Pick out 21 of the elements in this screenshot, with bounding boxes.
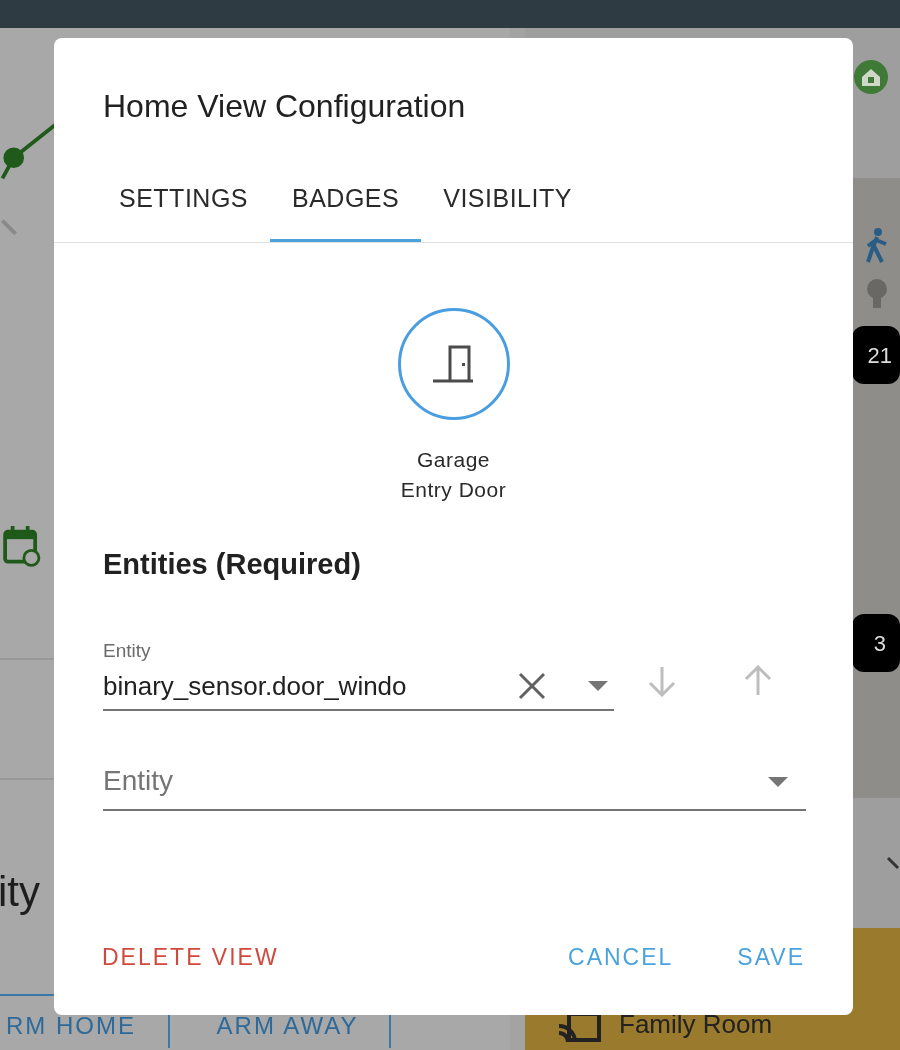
dialog-title: Home View Configuration xyxy=(103,87,466,126)
dropdown-caret-icon[interactable] xyxy=(768,776,788,787)
dialog-button[interactable]: CANCEL xyxy=(550,935,692,979)
entity-field[interactable]: Entity binary_sensor.door_windo xyxy=(103,638,614,711)
floorplan-badge: 21 xyxy=(852,326,900,384)
media-player-name: Family Room xyxy=(619,1008,773,1041)
delete-button[interactable]: DELETE VIEW xyxy=(84,935,297,979)
dropdown-caret-icon[interactable] xyxy=(588,680,608,691)
tab[interactable]: VISIBILITY xyxy=(421,178,594,242)
dialog-button[interactable]: SAVE xyxy=(719,935,823,979)
floorplan-badge: 3 xyxy=(852,614,900,672)
door-icon xyxy=(432,345,475,383)
walking-person-icon xyxy=(866,228,888,264)
tab[interactable]: SETTINGS xyxy=(97,178,270,242)
cast-icon xyxy=(559,1012,601,1044)
entity-field[interactable]: Entity xyxy=(103,758,806,811)
badge-label: Garage Entry Door xyxy=(399,447,508,503)
section-title: Entities (Required) xyxy=(103,547,361,582)
card-heading: ity xyxy=(0,867,40,918)
tab[interactable]: BADGES xyxy=(270,178,422,242)
clear-icon[interactable] xyxy=(518,671,546,700)
